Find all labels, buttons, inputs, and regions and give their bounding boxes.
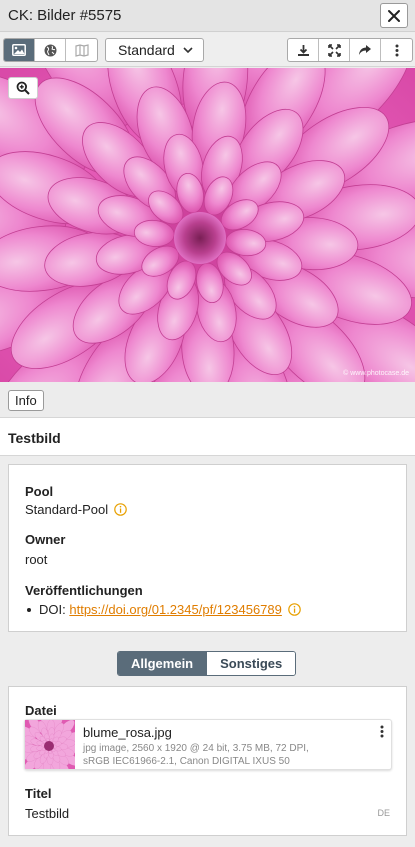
more-vertical-icon [395, 44, 398, 56]
image-view-button[interactable] [4, 39, 35, 61]
file-meta-line-1: jpg image, 2560 x 1920 @ 24 bit, 3.75 MB… [83, 743, 309, 754]
tab-allgemein[interactable]: Allgemein [118, 652, 207, 675]
record-title: Testbild [8, 430, 61, 446]
general-panel: Datei blume_rosa.jpg jpg image, 2560 x 1… [8, 686, 407, 836]
info-strip: Info [0, 382, 415, 418]
owner-label: Owner [25, 532, 66, 547]
title-label: Titel [25, 786, 52, 801]
map-icon [74, 43, 89, 57]
window-title: CK: Bilder #5575 [8, 7, 122, 24]
record-title-bar: Testbild [0, 418, 415, 456]
detail-tabs: Allgemein Sonstiges [117, 651, 297, 676]
flower-image [0, 68, 415, 382]
file-card[interactable]: blume_rosa.jpg jpg image, 2560 x 1920 @ … [24, 719, 392, 770]
globe-icon [44, 44, 56, 56]
image-preview[interactable]: © www.photocase.de [0, 68, 415, 382]
more-vertical-icon [380, 725, 384, 738]
file-label: Datei [25, 703, 57, 718]
title-value: Testbild [25, 806, 70, 821]
file-name: blume_rosa.jpg [83, 725, 172, 740]
doi-info-button[interactable] [288, 603, 301, 616]
pool-label: Pool [25, 484, 54, 499]
title-bar: CK: Bilder #5575 [0, 0, 415, 32]
info-circle-icon [288, 603, 301, 616]
owner-value: root [25, 552, 48, 567]
doi-link[interactable]: https://doi.org/01.2345/pf/123456789 [69, 602, 282, 617]
publications-label: Veröffentlichungen [25, 583, 143, 598]
close-icon [388, 9, 400, 22]
info-circle-icon [114, 503, 127, 516]
bullet [27, 607, 31, 612]
pool-value: Standard-Pool [25, 502, 109, 517]
zoom-in-icon [16, 81, 30, 95]
image-watermark: © www.photocase.de [343, 370, 409, 377]
download-button[interactable] [288, 39, 319, 61]
fullscreen-button[interactable] [319, 39, 350, 61]
pool-value-row: Standard-Pool [25, 502, 127, 517]
view-mode-group [3, 38, 98, 62]
pool-info-button[interactable] [114, 503, 127, 516]
chevron-down-icon [183, 47, 193, 54]
more-button[interactable] [381, 39, 412, 61]
file-metadata: jpg image, 2560 x 1920 @ 24 bit, 3.75 MB… [83, 742, 368, 768]
doi-row: DOI: https://doi.org/01.2345/pf/12345678… [25, 602, 301, 617]
share-icon [359, 45, 371, 55]
file-thumbnail [25, 720, 75, 769]
close-button[interactable] [380, 3, 408, 28]
view-select-value: Standard [118, 42, 175, 58]
details-panel: Pool Standard-Pool Owner root Veröffentl… [8, 464, 407, 632]
file-menu-button[interactable] [380, 725, 384, 741]
file-meta-line-2: sRGB IEC61966-2.1, Canon DIGITAL IXUS 50 [83, 756, 290, 767]
expand-icon [327, 43, 341, 57]
language-badge: DE [377, 808, 390, 818]
toolbar: Standard [0, 33, 415, 67]
image-icon [12, 44, 26, 56]
action-group [287, 38, 413, 62]
info-button[interactable]: Info [8, 390, 44, 411]
share-button[interactable] [350, 39, 381, 61]
zoom-button[interactable] [8, 77, 38, 99]
download-icon [297, 44, 309, 56]
map-view-button[interactable] [66, 39, 97, 61]
tab-sonstiges[interactable]: Sonstiges [206, 652, 296, 675]
globe-view-button[interactable] [35, 39, 66, 61]
view-select[interactable]: Standard [105, 38, 204, 62]
doi-prefix: DOI: [39, 602, 66, 617]
